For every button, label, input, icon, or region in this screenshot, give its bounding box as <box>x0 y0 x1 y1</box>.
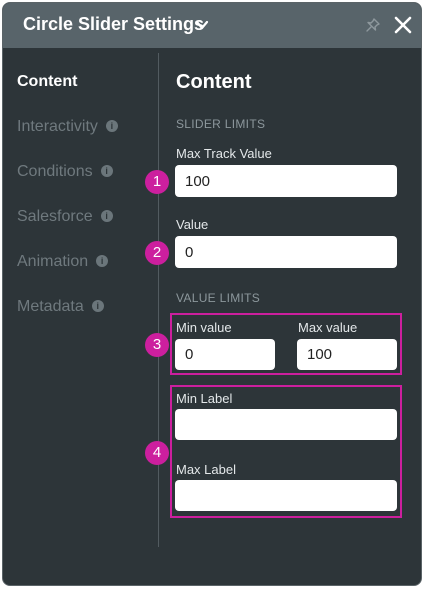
chevron-down-icon[interactable] <box>195 18 209 32</box>
annotation-badge-4: 4 <box>145 441 169 465</box>
close-icon[interactable] <box>393 15 413 35</box>
min-label-label: Min Label <box>176 391 233 406</box>
annotation-badge-3: 3 <box>145 333 169 357</box>
sidebar-item-label: Interactivity <box>17 118 98 135</box>
max-track-value-label: Max Track Value <box>176 146 272 161</box>
sidebar-item-interactivity[interactable]: Interactivity i <box>17 118 118 140</box>
panel-title: Circle Slider Settings <box>23 14 205 34</box>
min-label-input[interactable] <box>175 409 397 440</box>
sidebar-item-metadata[interactable]: Metadata i <box>17 298 104 320</box>
sidebar-item-conditions[interactable]: Conditions i <box>17 163 113 185</box>
info-icon[interactable]: i <box>100 210 113 222</box>
max-value-input[interactable] <box>297 339 397 370</box>
settings-panel: Circle Slider Settings Content Interacti… <box>2 2 422 586</box>
min-value-label: Min value <box>176 320 232 335</box>
annotation-badge-1: 1 <box>145 170 169 194</box>
annotation-badge-2: 2 <box>145 241 169 265</box>
value-label: Value <box>176 217 209 232</box>
max-label-label: Max Label <box>176 462 236 477</box>
sidebar-item-animation[interactable]: Animation i <box>17 253 109 275</box>
panel-header: Circle Slider Settings <box>3 3 421 48</box>
content-title: Content <box>176 71 252 93</box>
value-limits-heading: VALUE LIMITS <box>176 291 261 305</box>
sidebar-item-label: Content <box>17 73 78 90</box>
pin-icon[interactable] <box>365 17 381 33</box>
min-value-input[interactable] <box>175 339 275 370</box>
max-track-value-input[interactable] <box>175 165 397 197</box>
sidebar-item-salesforce[interactable]: Salesforce i <box>17 208 113 230</box>
sidebar-item-label: Conditions <box>17 163 93 180</box>
max-label-input[interactable] <box>175 480 397 511</box>
sidebar-divider <box>158 53 159 547</box>
sidebar-item-content[interactable]: Content <box>17 73 77 95</box>
info-icon[interactable]: i <box>105 120 118 132</box>
sidebar-item-label: Metadata <box>17 298 84 315</box>
info-icon[interactable]: i <box>91 300 104 312</box>
value-input[interactable] <box>175 236 397 268</box>
sidebar-item-label: Salesforce <box>17 208 93 225</box>
sidebar-item-label: Animation <box>17 253 89 270</box>
max-value-label: Max value <box>298 320 358 335</box>
slider-limits-heading: SLIDER LIMITS <box>176 117 266 131</box>
info-icon[interactable]: i <box>96 255 109 267</box>
info-icon[interactable]: i <box>100 165 113 177</box>
